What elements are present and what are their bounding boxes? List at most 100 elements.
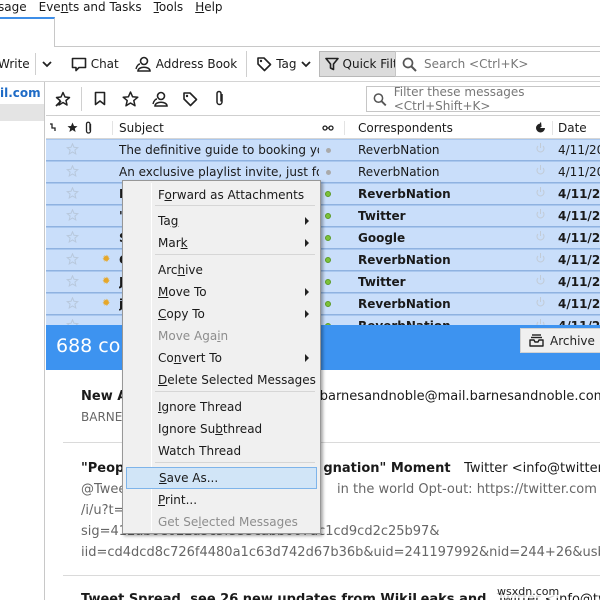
menu-item-copy-to[interactable]: Copy To xyxy=(126,303,317,325)
menu-item-ignore-thread[interactable]: Ignore Thread xyxy=(126,396,317,418)
star-toggle[interactable] xyxy=(64,206,80,226)
column-divider xyxy=(112,121,113,135)
message-subject: New A xyxy=(81,389,128,404)
contact-icon xyxy=(151,91,168,107)
tag-button[interactable]: Tag xyxy=(251,51,315,77)
sticky-filter-button[interactable] xyxy=(48,84,78,114)
read-status-toggle[interactable] xyxy=(318,206,338,226)
starred-filter-button[interactable] xyxy=(115,84,145,114)
star-toggle[interactable] xyxy=(64,250,80,270)
junk-status-toggle[interactable] xyxy=(532,316,548,325)
attachment-column-header[interactable] xyxy=(82,117,96,138)
folder-pane: il.com xyxy=(0,82,45,600)
star-column-header[interactable] xyxy=(64,117,80,138)
message-row[interactable]: The definitive guide to booking you... Re… xyxy=(46,139,600,161)
star-toggle[interactable] xyxy=(64,294,80,314)
search-input[interactable]: Search <Ctrl+K> xyxy=(395,51,600,77)
menu-item-delete-selected-messages[interactable]: Delete Selected Messages xyxy=(126,369,317,391)
menu-item-label: Archive xyxy=(158,263,203,277)
tag-icon xyxy=(183,91,198,106)
read-status-toggle[interactable] xyxy=(318,184,338,204)
menu-item-label: Delete Selected Messages xyxy=(158,373,316,387)
menu-message[interactable]: sage xyxy=(0,0,27,14)
menu-item-print[interactable]: Print... xyxy=(126,489,317,511)
menu-item-archive[interactable]: Archive xyxy=(126,259,317,281)
new-message-icon: ✹ xyxy=(102,254,111,265)
write-button[interactable]: Write xyxy=(0,51,35,77)
message-date: 4/11/20 xyxy=(558,297,600,311)
menu-item-move-to[interactable]: Move To xyxy=(126,281,317,303)
subject-column-header[interactable]: Subject xyxy=(119,117,319,138)
menu-item-tag[interactable]: Tag xyxy=(126,210,317,232)
junk-icon xyxy=(535,318,546,325)
read-status-toggle[interactable] xyxy=(318,272,338,292)
unread-filter-button[interactable] xyxy=(85,84,115,114)
star-toggle[interactable] xyxy=(64,228,80,248)
correspondents-column-header[interactable]: Correspondents xyxy=(358,117,528,138)
junk-status-toggle[interactable] xyxy=(532,206,548,226)
pin-icon xyxy=(55,91,71,107)
menu-help[interactable]: Help xyxy=(195,0,222,14)
junk-status-toggle[interactable] xyxy=(532,184,548,204)
star-toggle[interactable] xyxy=(64,162,80,182)
menu-separator xyxy=(155,391,315,392)
junk-status-toggle[interactable] xyxy=(532,228,548,248)
menu-tools[interactable]: Tools xyxy=(154,0,184,14)
read-status-toggle[interactable] xyxy=(318,250,338,270)
message-correspondent: ReverbNation xyxy=(358,316,528,325)
read-status-toggle[interactable] xyxy=(318,228,338,248)
star-toggle[interactable] xyxy=(64,184,80,204)
message-correspondent: ReverbNation xyxy=(358,165,440,179)
attachment-filter-button[interactable] xyxy=(205,84,235,114)
menu-item-ignore-subthread[interactable]: Ignore Subthread xyxy=(126,418,317,440)
junk-icon xyxy=(535,208,546,224)
menu-item-label: Convert To xyxy=(158,351,222,365)
paperclip-icon xyxy=(85,121,92,134)
watermark: wsxdn.com xyxy=(497,585,560,598)
menu-item-forward-as-attachments[interactable]: Forward as Attachments xyxy=(126,184,317,206)
archive-button[interactable]: Archive xyxy=(520,328,600,353)
write-label: Write xyxy=(0,57,30,71)
date-column-header[interactable]: Date xyxy=(558,117,600,138)
menu-item-save-as[interactable]: Save As... xyxy=(126,467,317,489)
message-date: 4/11/20 xyxy=(558,275,600,289)
junk-status-toggle[interactable] xyxy=(532,294,548,314)
menu-item-convert-to[interactable]: Convert To xyxy=(126,347,317,369)
contact-filter-button[interactable] xyxy=(145,84,175,114)
menu-events-and-tasks[interactable]: Events and Tasks xyxy=(39,0,142,14)
junk-icon xyxy=(535,252,546,268)
menu-item-mark[interactable]: Mark xyxy=(126,232,317,254)
chat-icon xyxy=(71,57,86,71)
message-subject: An exclusive playlist invite, just for b… xyxy=(119,165,319,179)
tab-mail[interactable] xyxy=(0,17,55,48)
account-name[interactable]: il.com xyxy=(0,86,41,100)
junk-status-toggle[interactable] xyxy=(532,140,548,160)
message-sender: <barnesandnoble@mail.barnesandnoble.com xyxy=(308,389,600,404)
address-book-button[interactable]: Address Book xyxy=(130,51,242,77)
archive-label: Archive xyxy=(550,333,595,348)
star-toggle[interactable] xyxy=(64,272,80,292)
tags-filter-button[interactable] xyxy=(175,84,205,114)
selected-folder[interactable] xyxy=(0,104,44,121)
message-divider xyxy=(63,575,600,576)
read-status-toggle[interactable] xyxy=(318,316,338,325)
junk-status-toggle[interactable] xyxy=(532,162,548,182)
star-outline-icon xyxy=(65,252,79,268)
message-correspondent: Google xyxy=(358,231,406,245)
thread-column-header[interactable] xyxy=(49,117,63,138)
chat-button[interactable]: Chat xyxy=(66,51,124,77)
read-status-toggle[interactable] xyxy=(318,162,338,182)
read-status-toggle[interactable] xyxy=(318,294,338,314)
read-status-toggle[interactable] xyxy=(318,140,338,160)
star-toggle[interactable] xyxy=(64,140,80,160)
write-dropdown-button[interactable] xyxy=(38,51,60,77)
junk-status-toggle[interactable] xyxy=(532,250,548,270)
filter-messages-input[interactable]: Filter these messages <Ctrl+Shift+K> xyxy=(366,85,600,113)
menu-separator xyxy=(155,254,315,255)
read-column-header[interactable] xyxy=(318,117,338,138)
menu-item-watch-thread[interactable]: Watch Thread xyxy=(126,440,317,462)
junk-column-header[interactable] xyxy=(532,117,548,138)
star-icon xyxy=(121,90,139,107)
star-toggle[interactable] xyxy=(64,316,80,325)
junk-status-toggle[interactable] xyxy=(532,272,548,292)
